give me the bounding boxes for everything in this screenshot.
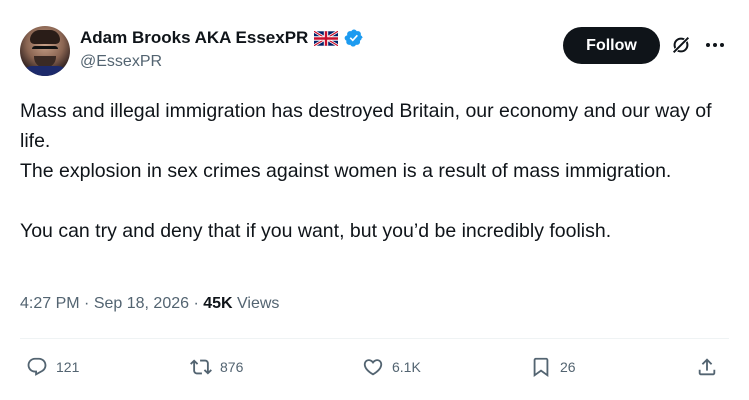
- avatar-shirt: [22, 66, 68, 76]
- tweet-text: Mass and illegal immigration has destroy…: [20, 96, 735, 246]
- follow-button[interactable]: Follow: [563, 27, 660, 64]
- verified-badge-icon[interactable]: [344, 28, 364, 48]
- more-dot: [706, 43, 710, 47]
- reply-button[interactable]: 121: [26, 356, 79, 378]
- reply-icon: [27, 357, 47, 376]
- author-handle[interactable]: @EssexPR: [80, 53, 162, 71]
- repost-button[interactable]: 876: [190, 356, 243, 378]
- avatar-glasses: [32, 46, 58, 52]
- tweet-line: The explosion in sex crimes against wome…: [20, 160, 672, 182]
- tweet-line: Mass and illegal immigration has destroy…: [20, 100, 712, 152]
- share-button[interactable]: [696, 356, 718, 378]
- avatar[interactable]: [20, 26, 70, 76]
- tweet-date[interactable]: Sep 18, 2026: [94, 295, 189, 313]
- more-options-icon[interactable]: [706, 38, 728, 52]
- views-count: 45K: [203, 295, 233, 312]
- tweet-line: You can try and deny that if you want, b…: [20, 220, 612, 242]
- meta-separator: ·: [79, 295, 94, 312]
- bookmark-icon: [533, 357, 549, 378]
- repost-icon: [190, 359, 212, 375]
- tweet-paragraph-gap: [20, 186, 735, 216]
- meta-separator: ·: [189, 295, 204, 312]
- bookmark-count: 26: [560, 359, 576, 375]
- author-display-name[interactable]: Adam Brooks AKA EssexPR: [80, 28, 308, 48]
- repost-count: 876: [220, 359, 244, 375]
- grok-icon[interactable]: [670, 34, 692, 56]
- more-dot: [713, 43, 717, 47]
- bookmark-button[interactable]: 26: [530, 356, 576, 378]
- author-name-row: Adam Brooks AKA EssexPR: [80, 28, 364, 48]
- views-label: Views: [232, 295, 280, 312]
- reply-count: 121: [56, 359, 80, 375]
- share-icon: [698, 358, 716, 376]
- action-bar: 121 876 6.1K 26: [20, 350, 729, 390]
- tweet-time[interactable]: 4:27 PM: [20, 295, 80, 313]
- divider: [20, 338, 729, 339]
- tweet-meta: 4:27 PM · Sep 18, 2026 · 45K Views: [20, 295, 279, 313]
- heart-icon: [363, 359, 383, 376]
- more-dot: [720, 43, 724, 47]
- like-button[interactable]: 6.1K: [362, 356, 421, 378]
- uk-flag-icon: [314, 30, 339, 46]
- like-count: 6.1K: [392, 359, 421, 375]
- avatar-hair: [30, 30, 60, 44]
